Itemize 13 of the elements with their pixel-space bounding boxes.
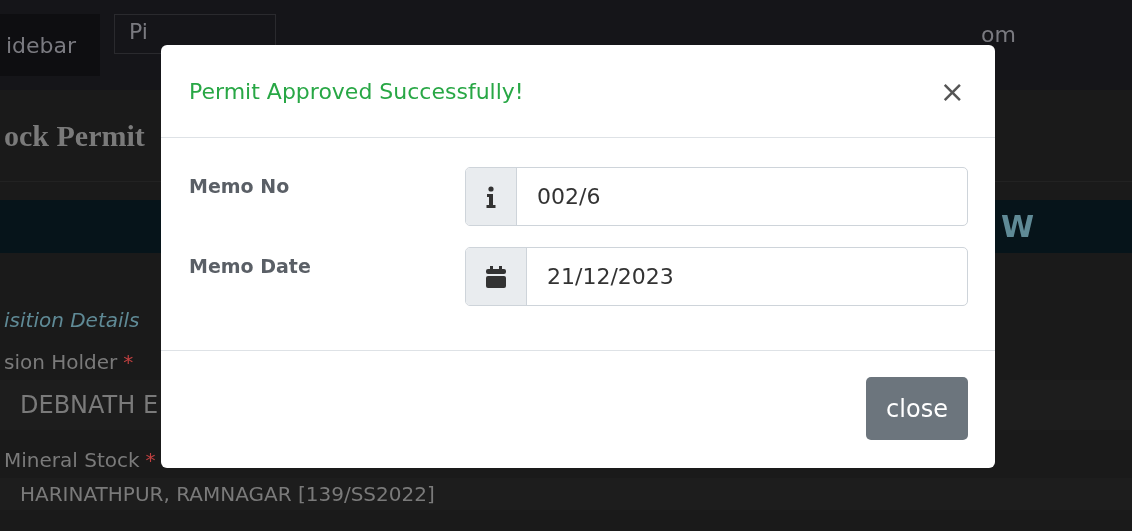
nav-text: om [980, 20, 1017, 49]
field-label: Mineral Stock [4, 448, 140, 472]
field-label: sion Holder [4, 350, 118, 374]
calendar-icon [486, 265, 506, 288]
required-mark: * [145, 448, 156, 472]
input-field[interactable]: 002/6 [465, 167, 968, 226]
info-icon [486, 185, 496, 208]
section-heading: isition Details [3, 308, 141, 332]
nav-button[interactable]: idebar [0, 14, 100, 76]
field-label: Memo Date [189, 254, 312, 277]
close-button[interactable]: close [866, 377, 968, 440]
input-field[interactable]: 21/12/2023 [465, 247, 968, 306]
required-mark: * [123, 350, 134, 374]
